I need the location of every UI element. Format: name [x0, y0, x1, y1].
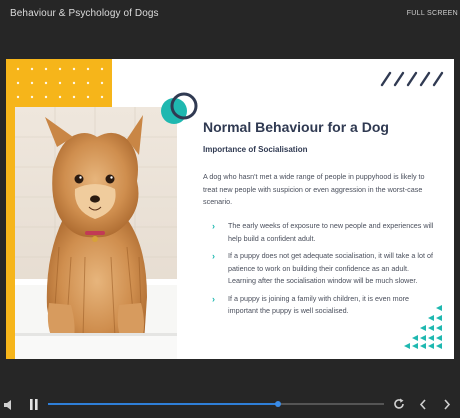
- previous-icon[interactable]: [419, 399, 427, 410]
- bullet-text: If a puppy does not get adequate sociali…: [228, 251, 433, 285]
- replay-icon[interactable]: [393, 398, 405, 410]
- dog-photo: [15, 107, 177, 359]
- fullscreen-button[interactable]: FULL SCREEN: [407, 10, 458, 17]
- bullet-item: › The early weeks of exposure to new peo…: [212, 220, 438, 245]
- pause-icon[interactable]: [30, 399, 38, 410]
- bullet-item: › If a puppy does not get adequate socia…: [212, 250, 438, 288]
- bullet-text: If a puppy is joining a family with chil…: [228, 293, 409, 316]
- arrow-pattern-icon: [404, 305, 442, 349]
- dot-pattern: [16, 67, 104, 99]
- top-bar: Behaviour & Psychology of Dogs FULL SCRE…: [0, 0, 460, 28]
- decorative-circles: [161, 92, 198, 124]
- chevron-right-icon: ›: [212, 221, 215, 231]
- slash-decoration: [380, 71, 444, 87]
- next-icon[interactable]: [443, 399, 451, 410]
- chevron-right-icon: ›: [212, 251, 215, 261]
- intro-paragraph: A dog who hasn't met a wide range of peo…: [203, 172, 425, 206]
- course-title: Behaviour & Psychology of Dogs: [10, 8, 159, 19]
- progress-fill: [48, 403, 279, 405]
- volume-icon[interactable]: [4, 399, 14, 411]
- player-controls: [0, 392, 460, 418]
- slide: Normal Behaviour for a Dog Importance of…: [6, 59, 454, 359]
- slide-title: Normal Behaviour for a Dog: [203, 119, 389, 135]
- slide-subheading: Importance of Socialisation: [203, 145, 308, 154]
- progress-bar[interactable]: [48, 401, 384, 407]
- chevron-right-icon: ›: [212, 293, 215, 304]
- bullet-text: The early weeks of exposure to new peopl…: [228, 221, 434, 243]
